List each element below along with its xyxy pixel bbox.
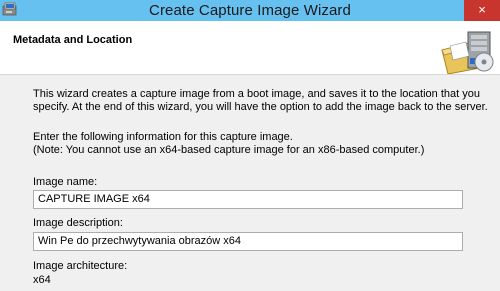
instruction-text-line1: Enter the following information for this… xyxy=(33,131,293,143)
wizard-header: Metadata and Location xyxy=(0,21,500,75)
image-description-input[interactable] xyxy=(33,232,463,251)
image-description-label: Image description: xyxy=(33,217,123,229)
page-heading: Metadata and Location xyxy=(13,34,133,46)
image-architecture-label: Image architecture: xyxy=(33,260,128,272)
image-architecture-value: x64 xyxy=(33,274,51,286)
image-name-label: Image name: xyxy=(33,176,98,188)
intro-text-line1: This wizard creates a capture image from… xyxy=(33,88,480,100)
close-icon: × xyxy=(478,2,486,17)
wizard-body: This wizard creates a capture image from… xyxy=(0,75,500,291)
instruction-text-line2: (Note: You cannot use an x64-based captu… xyxy=(33,144,425,156)
capture-wizard-icon xyxy=(441,31,494,74)
wizard-window: Create Capture Image Wizard × Metadata a… xyxy=(0,0,500,291)
title-bar[interactable]: Create Capture Image Wizard × xyxy=(0,0,500,21)
close-button[interactable]: × xyxy=(464,0,500,21)
intro-text-line2: specify. At the end of this wizard, you … xyxy=(33,101,488,113)
window-title: Create Capture Image Wizard xyxy=(149,2,351,19)
image-name-input[interactable] xyxy=(33,190,463,209)
